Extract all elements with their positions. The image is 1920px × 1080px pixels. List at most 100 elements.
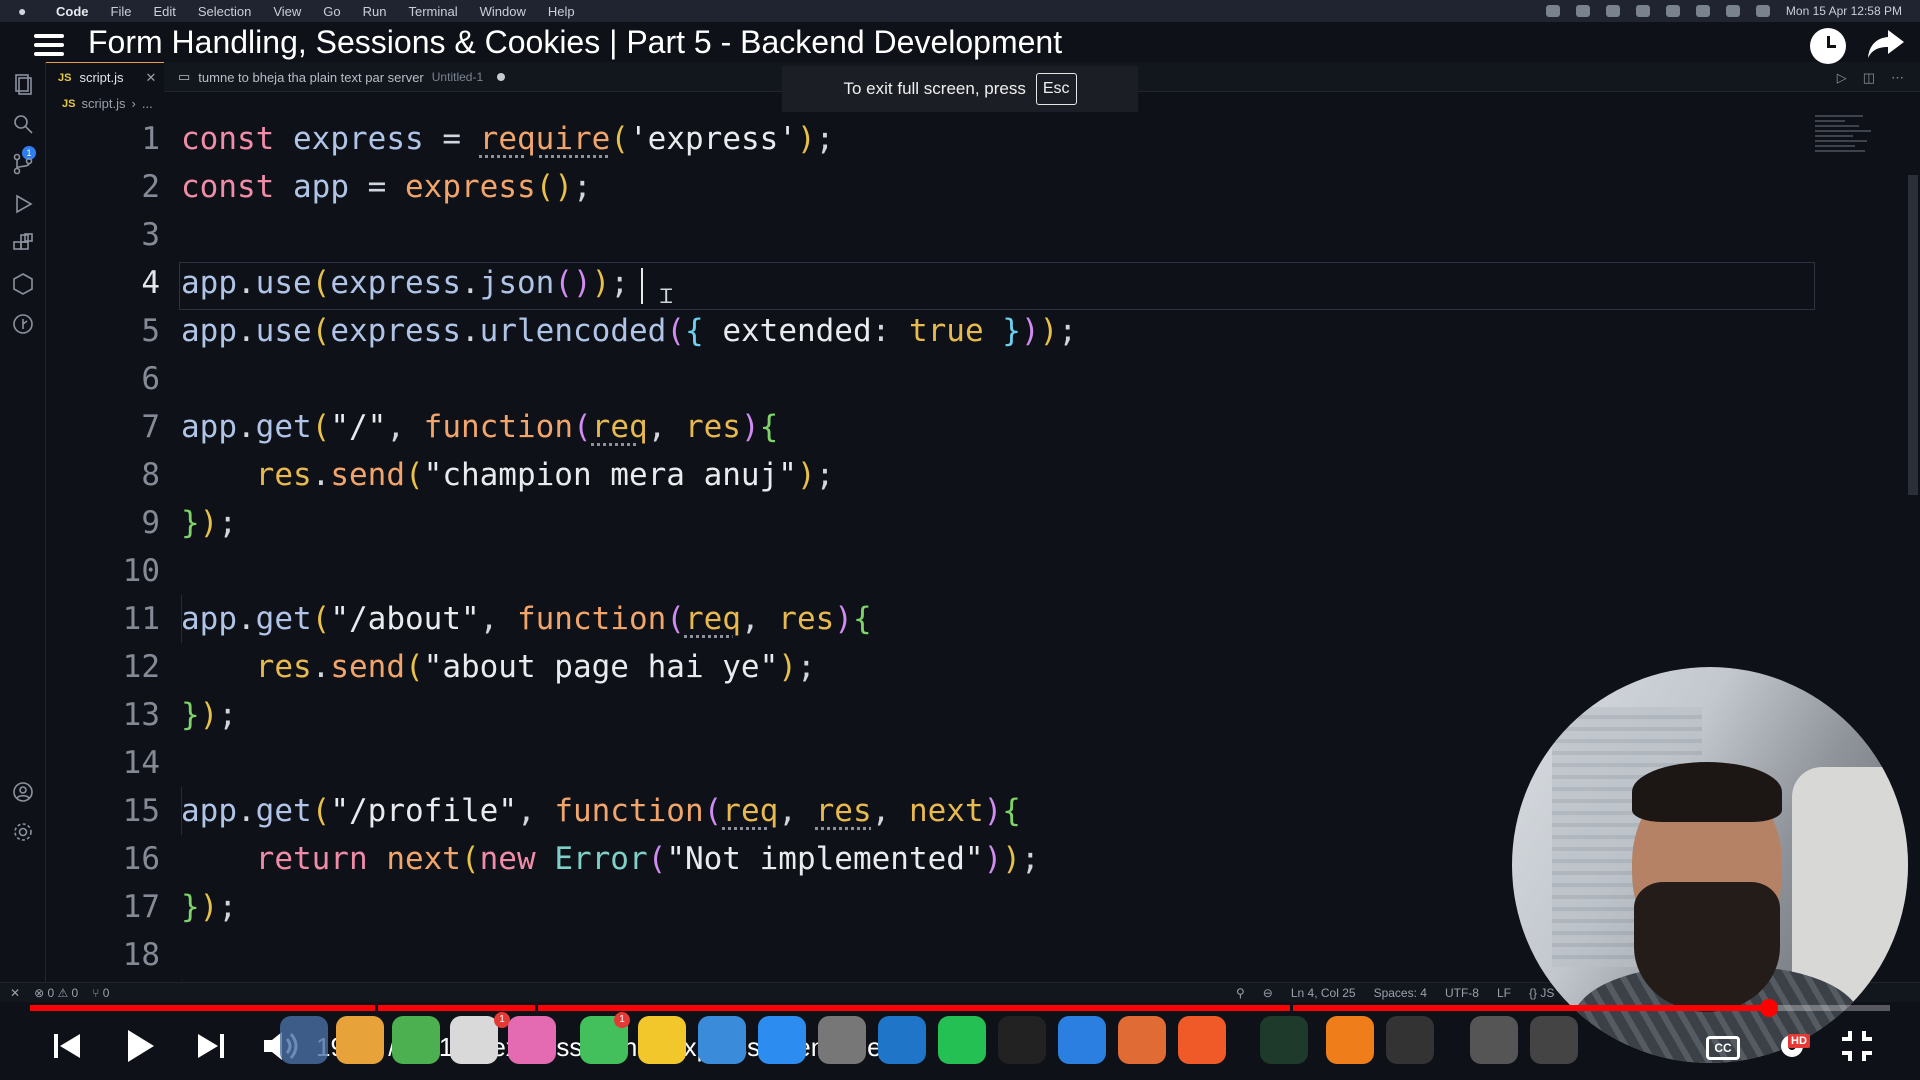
code-text[interactable]: return next(new Error("Not implemented")… [181, 835, 1040, 883]
video-title[interactable]: Form Handling, Sessions & Cookies | Part… [88, 24, 1062, 61]
tab-untitled-1[interactable]: ▭ tumne to bheja tha plain text par serv… [166, 62, 526, 92]
vertical-scrollbar[interactable] [1908, 175, 1918, 495]
obs-icon[interactable] [1386, 1016, 1434, 1064]
line-number[interactable]: 2 [70, 163, 160, 211]
menu-terminal[interactable]: Terminal [409, 4, 458, 19]
share-icon[interactable] [1866, 28, 1906, 60]
apple-icon[interactable]: ● [18, 3, 36, 19]
code-text[interactable]: app.get("/profile", function(req, res, n… [181, 787, 1021, 835]
language-mode[interactable]: {} JS [1529, 986, 1554, 1000]
screen-mirror-icon[interactable] [1605, 5, 1620, 17]
archive-icon[interactable] [1470, 1016, 1518, 1064]
extensions-icon[interactable] [11, 232, 35, 256]
cursor-position[interactable]: Ln 4, Col 25 [1291, 986, 1356, 1000]
gear-icon[interactable] [11, 820, 35, 844]
preview-icon[interactable] [698, 1016, 746, 1064]
video-progress-bar[interactable] [30, 999, 1890, 1017]
close-icon[interactable]: ✕ [146, 70, 157, 86]
split-editor-icon[interactable]: ◫ [1863, 70, 1875, 86]
line-number[interactable]: 3 [70, 211, 160, 259]
vscode-icon[interactable] [878, 1016, 926, 1064]
sketch-icon[interactable] [1118, 1016, 1166, 1064]
menu-go[interactable]: Go [323, 4, 340, 19]
line-number[interactable]: 11 [70, 595, 160, 643]
explorer-icon[interactable] [11, 72, 35, 96]
end-of-line[interactable]: LF [1497, 986, 1511, 1000]
maps-icon[interactable] [392, 1016, 440, 1064]
play-icon[interactable] [124, 1028, 156, 1064]
mongodb-icon[interactable] [1260, 1016, 1308, 1064]
encoding[interactable]: UTF-8 [1445, 986, 1479, 1000]
line-number[interactable]: 12 [70, 643, 160, 691]
menu-selection[interactable]: Selection [198, 4, 251, 19]
line-number[interactable]: 15 [70, 787, 160, 835]
exit-fullscreen-icon[interactable] [1840, 1028, 1874, 1064]
remote-icon[interactable]: ✕ [10, 986, 20, 1000]
line-number[interactable]: 14 [70, 739, 160, 787]
screenshot-icon[interactable] [1530, 1016, 1578, 1064]
brave-icon[interactable] [1178, 1016, 1226, 1064]
code-text[interactable]: res.send("champion mera anuj"); [181, 451, 835, 499]
timeline-icon[interactable] [11, 312, 35, 336]
line-number[interactable]: 17 [70, 883, 160, 931]
search-icon[interactable] [11, 112, 35, 136]
code-text[interactable]: }); [181, 499, 237, 547]
source-control-icon[interactable] [11, 152, 35, 176]
vlc-icon[interactable] [1635, 5, 1650, 17]
run-icon[interactable]: ▷ [1837, 70, 1847, 86]
wifi-icon[interactable] [1695, 5, 1710, 17]
ports-indicator[interactable]: ⑂ 0 [92, 986, 109, 1000]
code-text[interactable]: res.send("about page hai ye"); [181, 643, 816, 691]
line-number[interactable]: 1 [70, 115, 160, 163]
menu-file[interactable]: File [111, 4, 132, 19]
menu-view[interactable]: View [273, 4, 301, 19]
progress-scrubber[interactable] [1760, 999, 1779, 1017]
menu-run[interactable]: Run [363, 4, 387, 19]
next-icon[interactable] [196, 1028, 226, 1064]
line-number[interactable]: 9 [70, 499, 160, 547]
launchpad-icon[interactable] [336, 1016, 384, 1064]
line-number[interactable]: 7 [70, 403, 160, 451]
indentation[interactable]: Spaces: 4 [1374, 986, 1427, 1000]
code-text[interactable]: const app = express(); [181, 163, 592, 211]
line-number[interactable]: 16 [70, 835, 160, 883]
run-debug-icon[interactable] [11, 192, 35, 216]
status-icon[interactable] [1545, 5, 1560, 17]
notes-icon[interactable] [638, 1016, 686, 1064]
zoom-icon[interactable]: ⊖ [1263, 986, 1273, 1000]
hamburger-menu-icon[interactable] [34, 34, 64, 61]
minimap[interactable] [1815, 115, 1875, 175]
code-text[interactable]: const express = require('express'); [181, 115, 834, 163]
control-center-icon[interactable] [1755, 5, 1770, 17]
menubar-datetime[interactable]: Mon 15 Apr 12:58 PM [1786, 4, 1902, 18]
code-text[interactable]: app.get("/about", function(req, res){ [181, 595, 872, 643]
system-settings-icon[interactable] [818, 1016, 866, 1064]
finder-icon[interactable] [280, 1016, 328, 1064]
account-icon[interactable] [11, 780, 35, 804]
previous-icon[interactable] [52, 1028, 82, 1064]
problems-indicator[interactable]: ⊗ 0 ⚠ 0 [34, 986, 78, 1000]
tab-script-js[interactable]: JS script.js ✕ [46, 62, 164, 92]
menu-window[interactable]: Window [480, 4, 526, 19]
code-text[interactable]: app.use(express.urlencoded({ extended: t… [181, 307, 1077, 355]
search-icon[interactable] [1725, 5, 1740, 17]
code-text[interactable]: }); [181, 691, 237, 739]
line-number[interactable]: 6 [70, 355, 160, 403]
reminders-icon[interactable] [450, 1016, 498, 1064]
photos-icon[interactable] [508, 1016, 556, 1064]
closed-captions-button[interactable]: CC [1706, 1036, 1740, 1060]
menu-edit[interactable]: Edit [153, 4, 175, 19]
status-icon[interactable] [1575, 5, 1590, 17]
line-number[interactable]: 8 [70, 451, 160, 499]
live-share-icon[interactable]: ⚲ [1236, 986, 1245, 1000]
more-actions-icon[interactable]: ⋯ [1891, 70, 1904, 86]
safari-icon[interactable] [1058, 1016, 1106, 1064]
line-number[interactable]: 10 [70, 547, 160, 595]
breadcrumb-rest[interactable]: ... [142, 96, 153, 111]
code-text[interactable]: app.use(express.json()); [181, 259, 629, 307]
code-text[interactable]: app.get("/", function(req, res){ [181, 403, 778, 451]
unsaved-dot-icon[interactable] [497, 73, 506, 81]
whatsapp-icon[interactable] [938, 1016, 986, 1064]
battery-icon[interactable] [1665, 5, 1680, 17]
line-number[interactable]: 4 [70, 259, 160, 307]
